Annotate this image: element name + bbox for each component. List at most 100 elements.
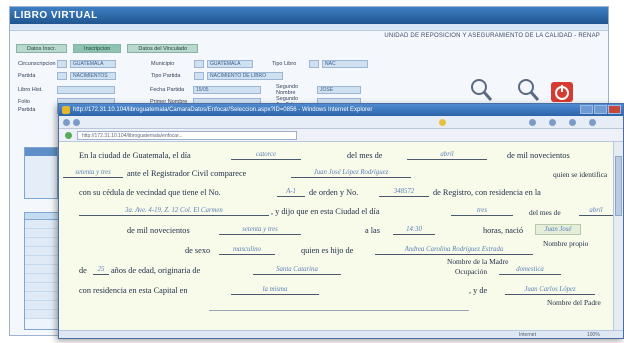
field-sexo[interactable]: masculino <box>219 245 275 255</box>
favorites-icon[interactable] <box>439 119 446 126</box>
field-cedula-registro[interactable]: 348572 <box>379 187 429 197</box>
field-label: Libro Hist. <box>18 87 43 93</box>
field-code[interactable] <box>194 60 204 68</box>
field-origen-madre[interactable]: Santa Catarina <box>253 265 341 275</box>
field-label: Municipio <box>151 61 175 67</box>
field-label: Fecha Partida <box>150 87 185 93</box>
doc-text: horas, nació <box>483 226 524 235</box>
browser-window: http://172.31.10.104/libroguatemala/Cama… <box>58 103 624 339</box>
field-label: Partida <box>18 73 36 79</box>
forward-icon[interactable] <box>73 119 80 126</box>
doc-text: de orden y No. <box>309 188 359 197</box>
field-nombre-propio[interactable]: Juan José <box>535 224 581 235</box>
field-hora[interactable]: 14:30 <box>393 225 435 235</box>
maximize-button[interactable] <box>594 105 607 114</box>
form-row-1: Circunscripcion GUATEMALA Municipio GUAT… <box>18 60 368 68</box>
doc-text: años de edad, originaria de <box>111 266 201 275</box>
field-residencia[interactable]: 3a. Ave. 4-19, Z. 12 Col. El Carmen <box>79 206 269 216</box>
field-label: Segundo Nombre <box>276 84 299 96</box>
doc-text: de mil novecientos <box>127 226 190 235</box>
doc-text: con su cédula de vecindad que tiene el N… <box>79 188 221 197</box>
ie-icon <box>62 106 70 114</box>
field-madre[interactable]: Andrea Carolina Rodríguez Estrada <box>375 245 533 255</box>
field-cedula-orden[interactable]: A-1 <box>277 187 305 197</box>
field-municipio[interactable]: GUATEMALA <box>207 60 253 68</box>
doc-text: quien se identifica <box>553 170 608 179</box>
field-padre[interactable]: Juan Carlos López <box>505 285 595 295</box>
field-dia-nacimiento[interactable]: tres <box>451 206 513 216</box>
minimize-button[interactable] <box>580 105 593 114</box>
doc-text: , y de <box>469 286 488 295</box>
vertical-scrollbar[interactable] <box>613 142 623 330</box>
browser-title: http://172.31.10.104/libroguatemala/Cama… <box>73 107 373 113</box>
doc-text: En la ciudad de Guatemala, el día <box>79 151 191 160</box>
page-icon[interactable] <box>569 119 576 126</box>
label-nombre-padre: Nombre del Padre <box>547 298 601 307</box>
close-button[interactable] <box>608 105 621 114</box>
power-icon[interactable] <box>550 81 574 103</box>
field-code[interactable] <box>194 72 204 80</box>
field-code[interactable] <box>57 72 67 80</box>
tools-icon[interactable] <box>589 119 596 126</box>
zoom-out-icon[interactable] <box>515 77 541 103</box>
unit-text: UNIDAD DE REPOSICION Y ASEGURAMIENTO DE … <box>384 33 600 39</box>
tab-datos-inscr[interactable]: Datos Inscr. <box>16 44 68 53</box>
field-partida[interactable]: NACIMIENTOS <box>70 72 116 80</box>
status-zone: Internet <box>519 332 536 338</box>
doc-text: de Registro, con residencia en la <box>433 188 541 197</box>
home-icon[interactable] <box>529 119 536 126</box>
field-segundo-nombre[interactable]: JOSE <box>317 86 361 94</box>
field-label: Tipo Libro <box>272 61 297 67</box>
browser-toolbar <box>59 116 623 129</box>
field-siguiente[interactable] <box>209 310 469 311</box>
doc-text: con residencia en esta Capital en <box>79 286 188 295</box>
form-row-2: Partida NACIMIENTOS Tipo Partida NACIMIE… <box>18 72 283 80</box>
field-mes-nacimiento[interactable]: abril <box>579 206 613 216</box>
back-window-menu-strip <box>10 24 608 31</box>
doc-text: de sexo <box>185 246 211 255</box>
field-fecha-partida[interactable]: 15/05 <box>193 86 261 94</box>
field-label: Circunscripcion <box>18 61 56 67</box>
tab-datos-vinculado[interactable]: Datos del Vinculado <box>127 44 199 53</box>
doc-text: del mes de <box>529 208 561 217</box>
field-label: Folio <box>18 99 30 105</box>
side-panel <box>24 147 58 199</box>
address-input[interactable]: http://172.31.10.104/libroguatemala/enfo… <box>77 131 297 140</box>
side-table <box>24 212 60 330</box>
doc-text: de mil novecientos <box>507 151 570 160</box>
print-icon[interactable] <box>549 119 556 126</box>
label-ocupacion: Ocupación <box>455 267 488 276</box>
doc-text: a las <box>365 226 380 235</box>
doc-text: del mes de <box>347 151 383 160</box>
field-compareciente[interactable]: Juan José López Rodríguez <box>291 168 411 178</box>
tab-inscripcion[interactable]: Inscripcion <box>73 44 122 53</box>
zoom-level[interactable]: 100% <box>587 332 600 338</box>
field-circunscripcion[interactable]: GUATEMALA <box>70 60 116 68</box>
field-ocupacion[interactable]: domestica <box>499 265 561 275</box>
scrollbar-thumb[interactable] <box>615 156 622 216</box>
doc-text: , y dijo que en esta Ciudad el día <box>271 207 380 216</box>
doc-text: quien es hijo de <box>301 246 354 255</box>
field-tipo-libro[interactable]: NAC <box>322 60 368 68</box>
field-label: Partida <box>18 107 36 113</box>
back-icon[interactable] <box>63 119 70 126</box>
field-code[interactable] <box>57 60 67 68</box>
label-nombre-propio: Nombre propio <box>543 239 589 248</box>
field-anio-nacimiento[interactable]: setenta y tres <box>219 225 301 235</box>
field-code[interactable] <box>309 60 319 68</box>
browser-title-bar: http://172.31.10.104/libroguatemala/Cama… <box>59 104 623 116</box>
doc-text: ante el Registrador Civil comparece <box>127 169 247 178</box>
field-edad-madre[interactable]: 25 <box>93 265 109 275</box>
field-dia[interactable]: catorce <box>231 150 301 160</box>
field-mes[interactable]: abril <box>407 150 487 160</box>
field-libro-hist[interactable] <box>57 86 115 94</box>
field-residencia-madre[interactable]: la misma <box>231 285 319 295</box>
page-favicon-icon <box>65 132 72 139</box>
zoom-in-icon[interactable] <box>468 77 494 103</box>
birth-record-page: En la ciudad de Guatemala, el día catorc… <box>59 142 613 330</box>
field-label: Tipo Partida <box>151 73 181 79</box>
address-bar: http://172.31.10.104/libroguatemala/enfo… <box>59 129 623 142</box>
field-anio[interactable]: setenta y tres <box>63 168 123 178</box>
doc-text: de <box>79 266 87 275</box>
field-tipo-partida[interactable]: NACIMIENTO DE LIBRO <box>207 72 283 80</box>
